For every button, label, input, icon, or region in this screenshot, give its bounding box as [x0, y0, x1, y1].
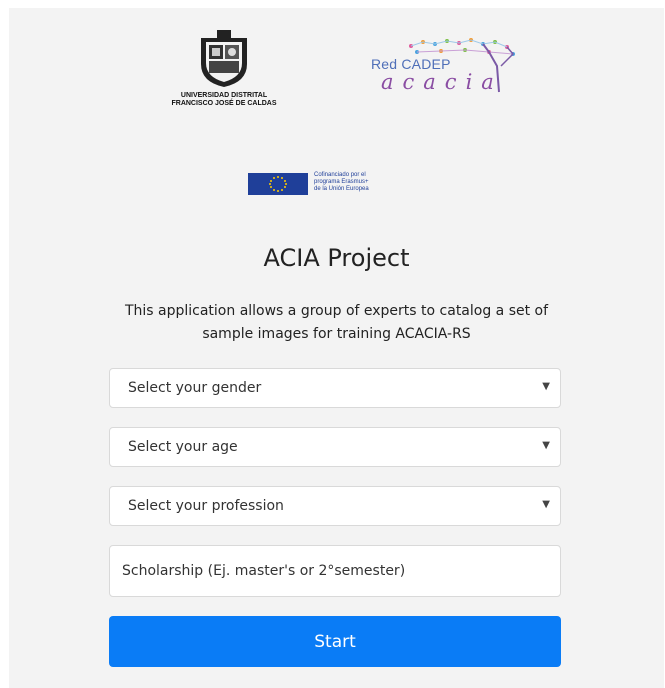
start-button[interactable]: Start [109, 616, 561, 667]
age-select[interactable]: Select your age ▼ [109, 427, 561, 467]
page-title: ACIA Project [263, 244, 410, 272]
eu-text-line3: de la Unión Europea [314, 186, 369, 192]
gender-select[interactable]: Select your gender ▼ [109, 368, 561, 408]
scholarship-input[interactable] [109, 545, 561, 597]
gender-select-value: Select your gender [128, 380, 262, 396]
university-name-line2: FRANCISCO JOSÉ DE CALDAS [171, 100, 277, 107]
eu-text-line2: programa Erasmus+ [314, 179, 369, 185]
chevron-down-icon: ▼ [542, 440, 550, 451]
university-name-line1: UNIVERSIDAD DISTRITAL [180, 92, 268, 99]
chevron-down-icon: ▼ [542, 381, 550, 392]
chevron-down-icon: ▼ [542, 499, 550, 510]
logo-row: UNIVERSIDAD DISTRITAL FRANCISCO JOSÉ DE … [9, 30, 664, 120]
page-description: This application allows a group of exper… [124, 303, 549, 342]
university-crest-icon [201, 30, 247, 87]
university-name: UNIVERSIDAD DISTRITAL FRANCISCO JOSÉ DE … [159, 92, 289, 108]
eu-flag-icon [248, 173, 308, 195]
acacia-wordmark: acacia [381, 70, 503, 94]
eu-cofunding-text: Cofinanciado por el programa Erasmus+ de… [314, 172, 369, 193]
erasmus-cofunding-logo: Cofinanciado por el programa Erasmus+ de… [248, 172, 428, 196]
eu-text-line1: Cofinanciado por el [314, 172, 366, 178]
main-panel: UNIVERSIDAD DISTRITAL FRANCISCO JOSÉ DE … [9, 8, 664, 688]
age-select-value: Select your age [128, 439, 238, 455]
profession-select[interactable]: Select your profession ▼ [109, 486, 561, 526]
university-logo: UNIVERSIDAD DISTRITAL FRANCISCO JOSÉ DE … [159, 30, 289, 120]
profession-select-value: Select your profession [128, 498, 284, 514]
red-cadep-acacia-logo: Red CADEP acacia [371, 36, 531, 106]
